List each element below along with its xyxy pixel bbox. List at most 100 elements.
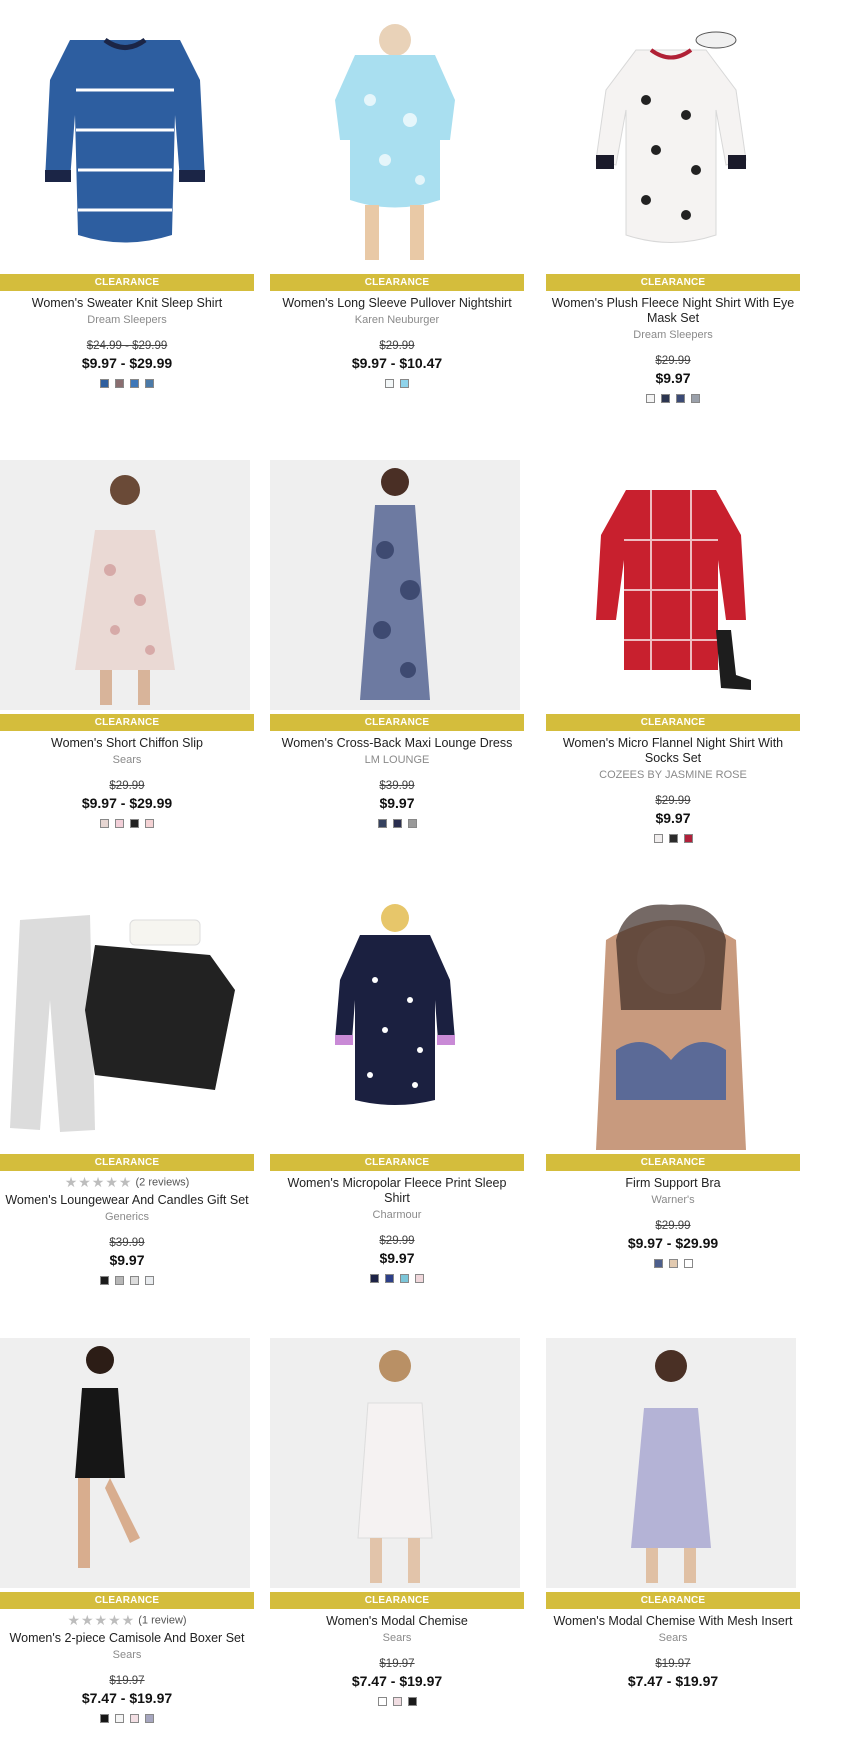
product-image[interactable] <box>0 900 250 1150</box>
product-brand: Sears <box>112 1649 142 1661</box>
product-name[interactable]: Women's Short Chiffon Slip <box>0 736 254 751</box>
product-card[interactable]: CLEARANCE Women's Short Chiffon Slip Sea… <box>0 460 254 828</box>
color-swatch[interactable] <box>653 1259 663 1268</box>
product-name[interactable]: Women's Loungewear And Candles Gift Set <box>0 1193 254 1208</box>
color-swatch[interactable] <box>407 819 417 828</box>
color-swatch[interactable] <box>683 834 693 843</box>
color-swatch[interactable] <box>145 379 154 388</box>
product-name[interactable]: Women's Modal Chemise With Mesh Insert <box>546 1614 800 1629</box>
color-swatch[interactable] <box>668 1259 678 1268</box>
sale-price: $9.97 <box>379 795 415 811</box>
product-name[interactable]: Women's Sweater Knit Sleep Shirt <box>0 296 254 311</box>
color-swatch[interactable] <box>400 1274 409 1283</box>
color-swatch[interactable] <box>130 1714 139 1723</box>
color-swatch[interactable] <box>130 379 139 388</box>
product-rating[interactable]: ★★★★★ (1 review) <box>0 1613 254 1628</box>
color-swatch[interactable] <box>377 819 387 828</box>
color-swatch[interactable] <box>385 1274 394 1283</box>
color-swatch[interactable] <box>100 379 109 388</box>
product-card[interactable]: CLEARANCE ★★★★★ (1 review) Women's 2-pie… <box>0 1338 254 1723</box>
color-swatch[interactable] <box>400 379 409 388</box>
color-swatch[interactable] <box>370 1274 379 1283</box>
sale-price: $9.97 <box>109 1252 145 1268</box>
original-price: $29.99 <box>379 340 415 352</box>
product-card[interactable]: CLEARANCE Women's Modal Chemise Sears $1… <box>270 1338 524 1706</box>
modal-chemise-image <box>357 1350 433 1583</box>
color-swatch[interactable] <box>691 394 700 403</box>
clearance-badge: CLEARANCE <box>546 714 800 731</box>
color-swatch[interactable] <box>668 834 678 843</box>
color-swatch[interactable] <box>100 1276 109 1285</box>
sale-price: $7.47 - $19.97 <box>81 1690 173 1706</box>
fleece-sleep-shirt-image <box>335 904 455 1105</box>
product-card[interactable]: CLEARANCE Women's Micropolar Fleece Prin… <box>270 900 524 1283</box>
product-image[interactable] <box>546 1338 796 1588</box>
sale-price: $9.97 <box>379 1250 415 1266</box>
product-image[interactable] <box>546 20 796 270</box>
bra-image <box>596 904 746 1150</box>
sale-price: $9.97 - $29.99 <box>81 355 173 371</box>
color-swatch[interactable] <box>145 1714 154 1723</box>
color-swatch[interactable] <box>145 1276 154 1285</box>
product-image[interactable] <box>0 460 250 710</box>
color-swatch[interactable] <box>676 394 685 403</box>
color-swatch[interactable] <box>100 819 109 828</box>
review-count[interactable]: (1 review) <box>138 1614 186 1626</box>
product-image[interactable] <box>546 460 796 710</box>
color-swatch[interactable] <box>646 394 655 403</box>
color-swatch[interactable] <box>130 819 139 828</box>
color-swatch[interactable] <box>415 1274 424 1283</box>
product-brand: Warner's <box>651 1194 695 1206</box>
color-swatch[interactable] <box>683 1259 693 1268</box>
star-rating-icon: ★★★★★ <box>64 1174 133 1190</box>
product-brand: COZEES BY JASMINE ROSE <box>599 769 747 781</box>
product-image[interactable] <box>546 900 796 1150</box>
color-swatch[interactable] <box>653 834 663 843</box>
clearance-badge: CLEARANCE <box>546 274 800 291</box>
product-name[interactable]: Women's Modal Chemise <box>270 1614 524 1629</box>
product-card[interactable]: CLEARANCE Women's Plush Fleece Night Shi… <box>546 20 800 403</box>
product-card[interactable]: CLEARANCE Firm Support Bra Warner's $29.… <box>546 900 800 1268</box>
color-swatch[interactable] <box>115 1276 124 1285</box>
product-card[interactable]: CLEARANCE ★★★★★ (2 reviews) Women's Loun… <box>0 900 254 1285</box>
product-rating[interactable]: ★★★★★ (2 reviews) <box>0 1175 254 1190</box>
color-swatch[interactable] <box>407 1697 417 1706</box>
color-swatch[interactable] <box>130 1276 139 1285</box>
sale-price: $9.97 - $10.47 <box>351 355 443 371</box>
color-swatch[interactable] <box>115 1714 124 1723</box>
product-image[interactable] <box>0 1338 250 1588</box>
product-name[interactable]: Women's Micro Flannel Night Shirt With S… <box>546 736 800 766</box>
product-card[interactable]: CLEARANCE Women's Sweater Knit Sleep Shi… <box>0 20 254 388</box>
product-name[interactable]: Women's Cross-Back Maxi Lounge Dress <box>270 736 524 751</box>
color-swatch[interactable] <box>100 1714 109 1723</box>
color-swatch[interactable] <box>115 379 124 388</box>
product-card[interactable]: CLEARANCE Women's Cross-Back Maxi Lounge… <box>270 460 524 828</box>
product-image[interactable] <box>270 1338 520 1588</box>
product-card[interactable]: CLEARANCE Women's Modal Chemise With Mes… <box>546 1338 800 1689</box>
review-count[interactable]: (2 reviews) <box>136 1176 190 1188</box>
color-swatch[interactable] <box>385 379 394 388</box>
original-price: $19.97 <box>379 1658 415 1670</box>
product-card[interactable]: CLEARANCE Women's Long Sleeve Pullover N… <box>270 20 524 388</box>
color-swatch[interactable] <box>145 819 154 828</box>
product-card[interactable]: CLEARANCE Women's Micro Flannel Night Sh… <box>546 460 800 843</box>
product-name[interactable]: Women's Micropolar Fleece Print Sleep Sh… <box>270 1176 524 1206</box>
product-name[interactable]: Women's Long Sleeve Pullover Nightshirt <box>270 296 524 311</box>
color-swatch[interactable] <box>377 1697 387 1706</box>
color-swatch[interactable] <box>661 394 670 403</box>
product-image[interactable] <box>270 20 520 270</box>
product-brand: Sears <box>112 754 142 766</box>
original-price: $19.97 <box>655 1658 691 1670</box>
product-brand: LM LOUNGE <box>364 754 430 766</box>
product-image[interactable] <box>270 460 520 710</box>
product-image[interactable] <box>270 900 520 1150</box>
chiffon-slip-image <box>75 475 175 705</box>
color-swatch[interactable] <box>392 1697 402 1706</box>
color-swatch[interactable] <box>115 819 124 828</box>
product-name[interactable]: Women's Plush Fleece Night Shirt With Ey… <box>546 296 800 326</box>
product-name[interactable]: Women's 2-piece Camisole And Boxer Set <box>0 1631 254 1646</box>
clearance-badge: CLEARANCE <box>546 1154 800 1171</box>
color-swatch[interactable] <box>392 819 402 828</box>
product-name[interactable]: Firm Support Bra <box>546 1176 800 1191</box>
product-image[interactable] <box>0 20 250 270</box>
